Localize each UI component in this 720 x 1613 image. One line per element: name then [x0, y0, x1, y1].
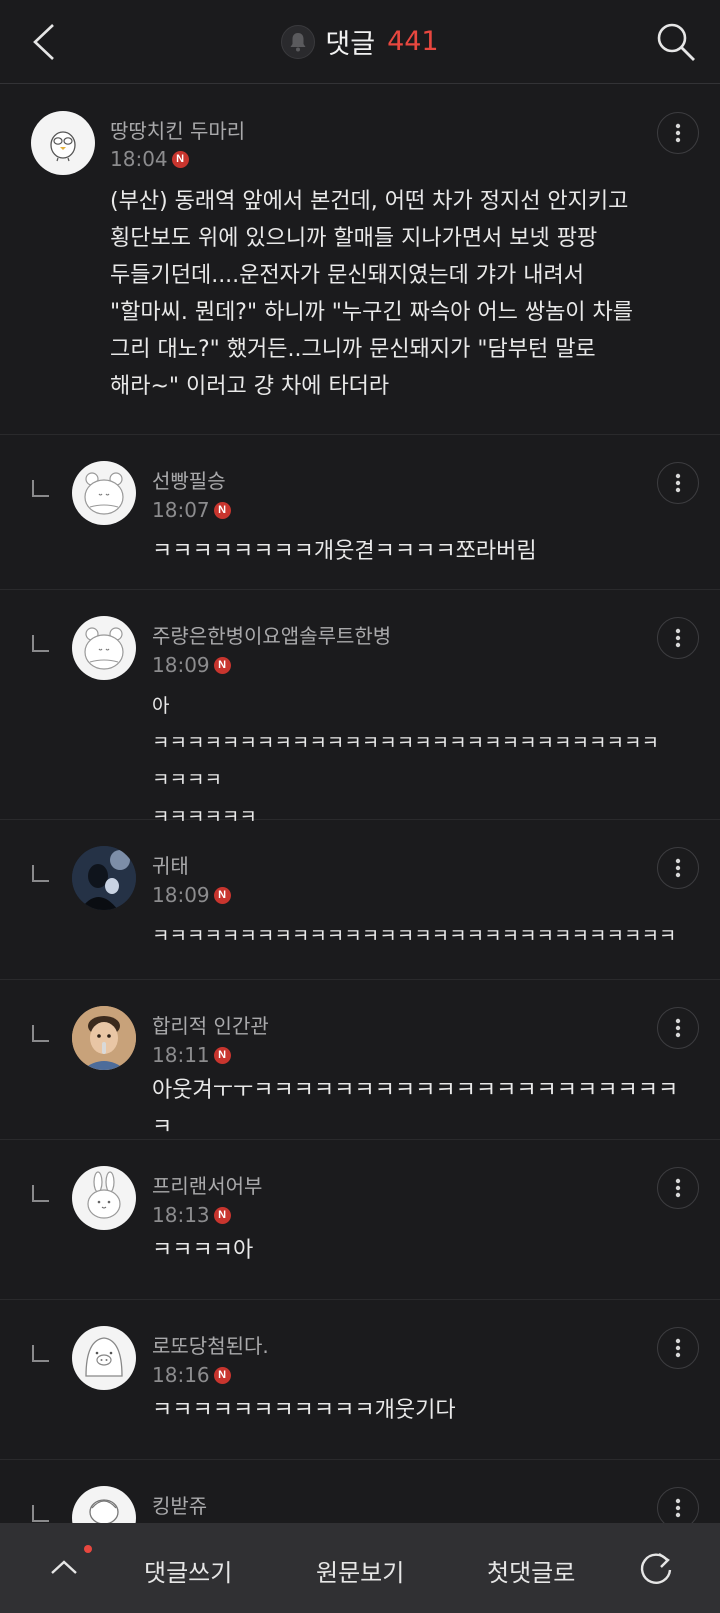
- top-bar: 댓글 441: [0, 0, 720, 84]
- comment-text: (부산) 동래역 앞에서 본건데, 어떤 차가 정지선 안지키고 횡단보도 위에…: [110, 189, 634, 399]
- bear-avatar-icon: [84, 627, 124, 670]
- comment-time: 18:07: [152, 498, 210, 522]
- reply-arrow-icon: [32, 865, 49, 882]
- avatar[interactable]: [72, 616, 136, 680]
- reply-arrow-icon: [32, 1505, 49, 1522]
- comment-count: 441: [387, 26, 439, 57]
- bear-avatar-icon: [84, 472, 124, 515]
- more-options-button[interactable]: [657, 112, 699, 154]
- more-vertical-icon: [675, 1338, 681, 1358]
- reply-arrow-icon: [32, 480, 49, 497]
- comment-author[interactable]: 땅땅치킨 두마리: [110, 115, 245, 144]
- more-vertical-icon: [675, 628, 681, 648]
- child-photo-avatar-icon: [72, 1006, 136, 1070]
- reply-arrow-icon: [32, 1185, 49, 1202]
- reply-arrow-icon: [32, 635, 49, 652]
- comment-text: 아웃겨ㅜㅜㅋㅋㅋㅋㅋㅋㅋㅋㅋㅋㅋㅋㅋㅋㅋㅋㅋㅋㅋㅋㅋㅋ: [152, 1078, 679, 1140]
- comment-list: 땅땅치킨 두마리 18:04 N (부산) 동래역 앞에서 본건데, 어떤 차가…: [0, 85, 720, 1580]
- more-options-button[interactable]: [657, 1167, 699, 1209]
- more-options-button[interactable]: [657, 1327, 699, 1369]
- comment-time: 18:09: [152, 883, 210, 907]
- comment-author[interactable]: 합리적 인간관: [152, 1010, 269, 1039]
- reply-arrow-icon: [32, 1345, 49, 1362]
- view-original-button[interactable]: 원문보기: [316, 1553, 404, 1588]
- comment-item: 땅땅치킨 두마리 18:04 N (부산) 동래역 앞에서 본건데, 어떤 차가…: [0, 85, 720, 435]
- avatar[interactable]: [72, 846, 136, 910]
- comment-text: 아 ㅋㅋㅋㅋㅋㅋㅋㅋㅋㅋㅋㅋㅋㅋㅋㅋㅋㅋㅋㅋㅋㅋㅋㅋㅋㅋㅋㅋㅋㅋㅋㅋㅋ ㅋㅋㅋㅋ…: [152, 695, 659, 828]
- chevron-up-icon: [51, 1560, 77, 1574]
- reply-item: 선빵필승 18:07 N ㅋㅋㅋㅋㅋㅋㅋㅋ개웃겯ㅋㅋㅋㅋ쪼라버림: [0, 435, 720, 590]
- comment-time-row: 18:11 N: [152, 1043, 231, 1067]
- search-button[interactable]: [652, 18, 700, 66]
- reply-item: 로또당첨된다. 18:16 N ㅋㅋㅋㅋㅋㅋㅋㅋㅋㅋㅋ개웃기다: [0, 1300, 720, 1460]
- comment-text: ㅋㅋㅋㅋ아: [152, 1238, 254, 1263]
- comment-time-row: 18:09 N: [152, 883, 231, 907]
- comment-text: ㅋㅋㅋㅋㅋㅋㅋㅋㅋㅋㅋ개웃기다: [152, 1398, 456, 1423]
- comment-time-row: 18:16 N: [152, 1363, 231, 1387]
- back-arrow-icon: [33, 24, 54, 60]
- comment-time: 18:16: [152, 1363, 210, 1387]
- more-vertical-icon: [675, 1498, 681, 1518]
- new-badge: N: [213, 501, 231, 519]
- rabbit-avatar-icon: [87, 1171, 121, 1219]
- search-icon: [657, 23, 695, 61]
- comment-time: 18:09: [152, 653, 210, 677]
- more-vertical-icon: [675, 1178, 681, 1198]
- reply-arrow-icon: [32, 1025, 49, 1042]
- comments-title: 댓글 441: [281, 22, 439, 61]
- reply-item: 프리랜서어부 18:13 N ㅋㅋㅋㅋ아: [0, 1140, 720, 1300]
- bottom-toolbar: 댓글쓰기 원문보기 첫댓글로: [0, 1523, 720, 1613]
- comment-author[interactable]: 주량은한병이요앱솔루트한병: [152, 620, 391, 649]
- more-vertical-icon: [675, 473, 681, 493]
- reply-item: 주량은한병이요앱솔루트한병 18:09 N 아 ㅋㅋㅋㅋㅋㅋㅋㅋㅋㅋㅋㅋㅋㅋㅋㅋ…: [0, 590, 720, 828]
- more-options-button[interactable]: [657, 462, 699, 504]
- comment-time: 18:13: [152, 1203, 210, 1227]
- more-vertical-icon: [675, 858, 681, 878]
- new-badge: N: [171, 150, 189, 168]
- comment-text: ㅋㅋㅋㅋㅋㅋㅋㅋㅋㅋㅋㅋㅋㅋㅋㅋㅋㅋㅋㅋㅋㅋㅋㅋㅋㅋㅋㅋㅋㅋ: [152, 925, 677, 947]
- more-options-button[interactable]: [657, 617, 699, 659]
- reply-item: 합리적 인간관 18:11 N 아웃겨ㅜㅜㅋㅋㅋㅋㅋㅋㅋㅋㅋㅋㅋㅋㅋㅋㅋㅋㅋㅋㅋ…: [0, 980, 720, 1140]
- new-badge: N: [213, 886, 231, 904]
- more-options-button[interactable]: [657, 847, 699, 889]
- comment-author[interactable]: 로또당첨된다.: [152, 1330, 269, 1359]
- comment-time: 18:11: [152, 1043, 210, 1067]
- page-title: 댓글: [325, 29, 376, 60]
- comment-time-row: 18:13 N: [152, 1203, 231, 1227]
- notification-dot: [84, 1545, 92, 1553]
- scroll-top-button[interactable]: [44, 1547, 84, 1587]
- new-badge: N: [213, 1046, 231, 1064]
- comment-author[interactable]: 선빵필승: [152, 465, 226, 494]
- avatar[interactable]: [72, 461, 136, 525]
- avatar[interactable]: [72, 1326, 136, 1390]
- more-options-button[interactable]: [657, 1007, 699, 1049]
- avatar[interactable]: [72, 1006, 136, 1070]
- comment-time-row: 18:09 N: [152, 653, 231, 677]
- new-badge: N: [213, 1206, 231, 1224]
- write-comment-button[interactable]: 댓글쓰기: [144, 1553, 232, 1588]
- photo-avatar-icon: [72, 846, 136, 910]
- back-button[interactable]: [22, 18, 66, 66]
- bell-icon: [290, 32, 306, 51]
- comment-time: 18:04: [110, 147, 168, 171]
- notification-bell-button[interactable]: [281, 24, 316, 59]
- new-badge: N: [213, 1366, 231, 1384]
- comment-author[interactable]: 귀태: [152, 850, 189, 879]
- avatar[interactable]: [72, 1166, 136, 1230]
- refresh-button[interactable]: [634, 1547, 678, 1591]
- more-vertical-icon: [675, 123, 681, 143]
- new-badge: N: [213, 656, 231, 674]
- comment-time-row: 18:04 N: [110, 147, 189, 171]
- refresh-icon: [640, 1553, 672, 1584]
- reply-item: 귀태 18:09 N ㅋㅋㅋㅋㅋㅋㅋㅋㅋㅋㅋㅋㅋㅋㅋㅋㅋㅋㅋㅋㅋㅋㅋㅋㅋㅋㅋㅋㅋ…: [0, 820, 720, 980]
- chick-avatar-icon: [50, 131, 76, 162]
- pig-avatar-icon: [85, 1337, 123, 1377]
- first-comment-button[interactable]: 첫댓글로: [487, 1553, 575, 1588]
- comment-author[interactable]: 킹받쥬: [152, 1490, 207, 1519]
- comment-author[interactable]: 프리랜서어부: [152, 1170, 262, 1199]
- comment-time-row: 18:07 N: [152, 498, 231, 522]
- avatar[interactable]: [31, 111, 95, 175]
- more-vertical-icon: [675, 1018, 681, 1038]
- comment-text: ㅋㅋㅋㅋㅋㅋㅋㅋ개웃겯ㅋㅋㅋㅋ쪼라버림: [152, 539, 537, 564]
